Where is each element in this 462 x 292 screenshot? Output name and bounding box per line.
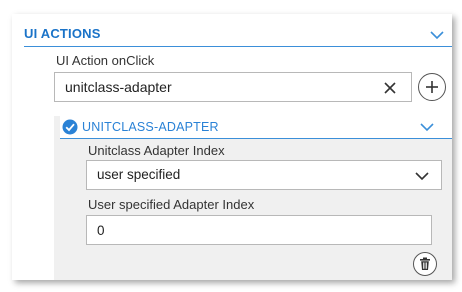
delete-action-button[interactable]	[413, 252, 437, 276]
ui-actions-screen: UI ACTIONS UI Action onClick unitclass-a…	[0, 0, 462, 292]
chevron-down-icon[interactable]	[430, 30, 444, 40]
specified-index-label: User specified Adapter Index	[88, 197, 255, 212]
trash-icon	[420, 257, 430, 270]
specified-index-input[interactable]: 0	[86, 215, 432, 245]
onclick-input-value: unitclass-adapter	[65, 79, 172, 95]
adapter-index-select-value: user specified	[97, 167, 181, 182]
chevron-down-icon	[415, 172, 429, 181]
specified-index-input-value: 0	[97, 223, 105, 238]
chevron-down-icon[interactable]	[420, 122, 434, 132]
action-item-title: UNITCLASS-ADAPTER	[82, 120, 219, 134]
section-header[interactable]: UI ACTIONS	[24, 24, 452, 47]
plus-icon	[426, 81, 438, 93]
adapter-index-label: Unitclass Adapter Index	[88, 143, 225, 158]
section-title: UI ACTIONS	[24, 26, 101, 41]
add-action-button[interactable]	[418, 73, 446, 101]
clear-icon[interactable]	[383, 81, 397, 95]
check-circle-icon	[62, 119, 78, 135]
onclick-input[interactable]: unitclass-adapter	[54, 72, 412, 102]
action-item-header[interactable]: UNITCLASS-ADAPTER	[60, 116, 452, 139]
adapter-index-select[interactable]: user specified	[86, 160, 442, 190]
onclick-label: UI Action onClick	[56, 53, 155, 68]
